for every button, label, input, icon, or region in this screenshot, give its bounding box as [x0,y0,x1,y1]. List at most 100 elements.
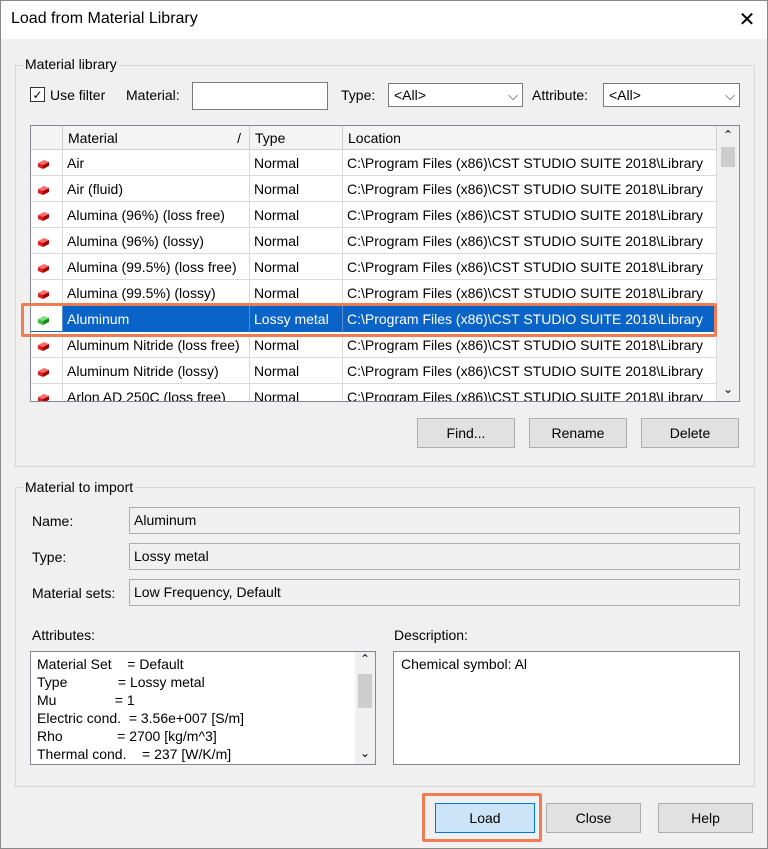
help-button[interactable]: Help [658,803,753,833]
row-icon-cell [31,150,63,176]
attribute-filter-value: <All> [609,87,641,103]
material-to-import-label: Material to import [23,479,136,495]
red-cube-icon [37,183,49,195]
table-row[interactable]: Air (fluid) Normal C:\Program Files (x86)\… [31,176,717,202]
table-row[interactable]: Alumina (96%) (lossy) Normal C:\Program Fi… [31,228,717,254]
row-material: Alumina (99.5%) (loss free) [63,254,250,280]
sort-indicator-icon: / [237,130,241,146]
load-button[interactable]: Load [435,803,535,833]
row-location: C:\Program Files (x86)\CST STUDIO SUITE … [343,150,717,176]
row-location: C:\Program Files (x86)\CST STUDIO SUITE … [343,384,717,401]
red-cube-icon [37,157,49,169]
row-icon-cell [31,228,63,254]
table-row[interactable]: Arlon AD 250C (loss free) Normal C:\Progra… [31,384,717,401]
attribute-filter-dropdown[interactable]: <All> ⌵ [603,83,740,107]
find-button[interactable]: Find... [417,418,515,448]
name-field: Aluminum [129,507,740,534]
material-filter-label: Material: [126,87,180,103]
attributes-memo[interactable]: Material Set = Default Type = Lossy metal… [30,651,376,765]
load-material-dialog: Load from Material Library ✕ Material li… [0,0,768,849]
scroll-up-icon[interactable]: ⌃ [723,128,733,142]
scroll-thumb[interactable] [721,147,735,167]
load-button-label: Load [469,810,501,826]
header-location[interactable]: Location [343,126,717,150]
type-filter-value: <All> [394,87,426,103]
type-label: Type: [32,549,67,565]
row-type: Normal [250,358,343,384]
find-button-label: Find... [446,425,486,441]
row-location: C:\Program Files (x86)\CST STUDIO SUITE … [343,228,717,254]
attribute-line: Material Set = Default [37,656,184,672]
scroll-up-icon[interactable]: ⌃ [360,652,370,666]
scroll-down-icon[interactable]: ⌄ [723,382,733,396]
type-filter-label: Type: [341,87,376,103]
title-bar: Load from Material Library ✕ [1,1,767,39]
rename-button[interactable]: Rename [529,418,627,448]
attributes-label: Attributes: [32,627,96,643]
grid-scrollbar[interactable]: ⌃ ⌄ [717,126,739,401]
name-label: Name: [32,513,74,529]
red-cube-icon [37,339,49,351]
table-row[interactable]: Alumina (99.5%) (loss free) Normal C:\Prog… [31,254,717,280]
type-value: Lossy metal [134,548,209,564]
description-value: Chemical symbol: Al [401,656,528,672]
help-button-label: Help [691,810,720,826]
delete-button-label: Delete [669,425,711,441]
table-row[interactable]: Aluminum Nitride (lossy) Normal C:\Program… [31,358,717,384]
row-type: Normal [250,150,343,176]
scroll-down-icon[interactable]: ⌄ [360,746,370,760]
row-type: Normal [250,202,343,228]
type-filter-dropdown[interactable]: <All> ⌵ [388,83,523,107]
row-location: C:\Program Files (x86)\CST STUDIO SUITE … [343,202,717,228]
row-material: Alumina (96%) (loss free) [63,202,250,228]
close-icon[interactable]: ✕ [734,5,760,33]
header-material[interactable]: Material / [63,126,250,150]
row-type: Normal [250,384,343,401]
materials-grid[interactable]: Material / Type Location Air Normal C:\Pro… [30,125,740,402]
scroll-thumb[interactable] [358,674,372,708]
row-icon-cell [31,358,63,384]
material-sets-label: Material sets: [32,585,116,601]
chevron-down-icon: ⌵ [508,88,518,103]
delete-button[interactable]: Delete [641,418,739,448]
table-row[interactable]: Alumina (96%) (loss free) Normal C:\Progra… [31,202,717,228]
window-title: Load from Material Library [11,10,198,27]
red-cube-icon [37,235,49,247]
attributes-scrollbar[interactable]: ⌃ ⌄ [355,652,375,764]
row-icon-cell [31,384,63,401]
header-location-label: Location [348,130,401,146]
row-material: Arlon AD 250C (loss free) [63,384,250,401]
row-icon-cell [31,254,63,280]
red-cube-icon [37,209,49,221]
row-location: C:\Program Files (x86)\CST STUDIO SUITE … [343,254,717,280]
row-icon-cell [31,202,63,228]
material-filter-input[interactable] [192,82,328,110]
rename-button-label: Rename [551,425,605,441]
selected-row-highlight [21,303,717,337]
red-cube-icon [37,391,49,401]
header-icon-column [31,126,63,150]
red-cube-icon [37,365,49,377]
use-filter-checkbox[interactable]: ✓ [30,87,45,102]
description-label: Description: [394,627,468,643]
name-value: Aluminum [134,512,197,528]
type-field: Lossy metal [129,543,740,570]
row-location: C:\Program Files (x86)\CST STUDIO SUITE … [343,176,717,202]
material-sets-field: Low Frequency, Default [129,579,740,606]
use-filter-label: Use filter [50,87,106,103]
attribute-filter-label: Attribute: [532,87,589,103]
row-type: Normal [250,228,343,254]
table-row[interactable]: Air Normal C:\Program Files (x86)\CST STUD… [31,150,717,176]
chevron-down-icon: ⌵ [725,88,735,103]
attribute-line: Mu = 1 [37,692,135,708]
close-button-label: Close [575,810,612,826]
material-library-label: Material library [23,56,119,72]
row-type: Normal [250,176,343,202]
attribute-line: Type = Lossy metal [37,674,205,690]
close-button[interactable]: Close [546,803,641,833]
header-type[interactable]: Type [250,126,343,150]
row-location: C:\Program Files (x86)\CST STUDIO SUITE … [343,358,717,384]
red-cube-icon [37,261,49,273]
row-material: Air (fluid) [63,176,250,202]
description-memo[interactable]: Chemical symbol: Al [393,651,740,765]
